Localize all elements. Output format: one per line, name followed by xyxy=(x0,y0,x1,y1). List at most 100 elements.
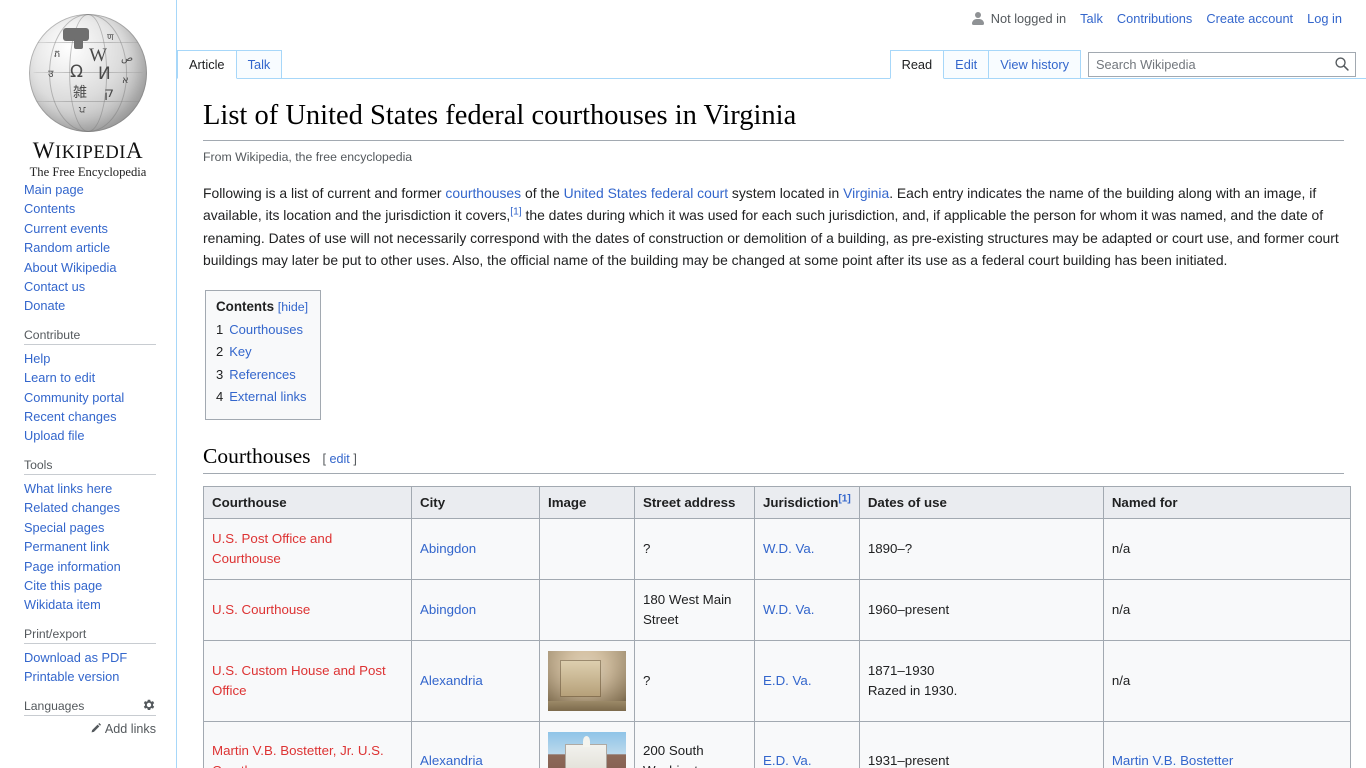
sidebar-link-main-page[interactable]: Main page xyxy=(24,182,84,197)
toc-entry-courthouses[interactable]: 1 Courthouses xyxy=(216,319,308,342)
table-row: U.S. Custom House and Post Office Alexan… xyxy=(203,639,1352,722)
jurisdiction-link[interactable]: W.D. Va. xyxy=(763,602,814,617)
city-link[interactable]: Abingdon xyxy=(420,602,476,617)
sidebar-nav: Main page Contents Current events Random… xyxy=(0,178,176,737)
sidebar-link-donate[interactable]: Donate xyxy=(24,298,65,313)
named-for-link[interactable]: Martin V.B. Bostetter xyxy=(1112,753,1233,768)
search-input[interactable] xyxy=(1088,52,1356,77)
city-link[interactable]: Abingdon xyxy=(420,541,476,556)
reference-link-1[interactable]: [1] xyxy=(510,207,521,218)
sidebar-item-download-as-pdf[interactable]: Download as PDF xyxy=(24,648,164,667)
toc-entry-references[interactable]: 3 References xyxy=(216,364,308,387)
cell-dates-of-use: 1890–? xyxy=(858,517,1104,580)
sidebar-item-page-information[interactable]: Page information xyxy=(24,557,164,576)
tab-article[interactable]: Article xyxy=(177,50,237,79)
sidebar-item-what-links-here[interactable]: What links here xyxy=(24,479,164,498)
lead-text-2: of the xyxy=(521,185,564,202)
sidebar-item-random-article[interactable]: Random article xyxy=(24,238,164,257)
lead-text-1: Following is a list of current and forme… xyxy=(203,185,446,202)
personal-link-create-account[interactable]: Create account xyxy=(1206,11,1293,26)
sidebar-link-help[interactable]: Help xyxy=(24,351,50,366)
toc-toggle[interactable]: [hide] xyxy=(278,300,308,314)
sidebar-item-community-portal[interactable]: Community portal xyxy=(24,388,164,407)
sidebar-link-random-article[interactable]: Random article xyxy=(24,240,110,255)
add-links-button[interactable]: Add links xyxy=(90,722,156,736)
sidebar-item-related-changes[interactable]: Related changes xyxy=(24,498,164,517)
sidebar-link-printable-version[interactable]: Printable version xyxy=(24,669,119,684)
sidebar-item-donate[interactable]: Donate xyxy=(24,296,164,315)
personal-link-log-in[interactable]: Log in xyxy=(1307,11,1342,26)
sidebar-item-upload-file[interactable]: Upload file xyxy=(24,426,164,445)
toc-text-1[interactable]: Courthouses xyxy=(229,322,303,337)
sidebar-link-recent-changes[interactable]: Recent changes xyxy=(24,409,116,424)
tab-read[interactable]: Read xyxy=(889,50,945,79)
sidebar-link-what-links-here[interactable]: What links here xyxy=(24,481,112,496)
personal-tools-bar: Not logged in Talk Contributions Create … xyxy=(0,0,1366,36)
sidebar-link-special-pages[interactable]: Special pages xyxy=(24,520,104,535)
edit-link[interactable]: edit xyxy=(330,452,350,466)
city-link[interactable]: Alexandria xyxy=(420,753,483,768)
personal-link-talk[interactable]: Talk xyxy=(1080,11,1103,26)
sidebar-item-contact-us[interactable]: Contact us xyxy=(24,277,164,296)
sidebar-item-printable-version[interactable]: Printable version xyxy=(24,667,164,686)
toc-text-3[interactable]: References xyxy=(229,367,295,382)
sidebar-link-page-information[interactable]: Page information xyxy=(24,559,121,574)
toc-entry-external-links[interactable]: 4 External links xyxy=(216,386,308,409)
reference-marker-jurisdiction[interactable]: [1] xyxy=(838,493,850,504)
column-header-city: City xyxy=(411,485,540,519)
sidebar-item-special-pages[interactable]: Special pages xyxy=(24,518,164,537)
sidebar-link-related-changes[interactable]: Related changes xyxy=(24,500,120,515)
sidebar-item-help[interactable]: Help xyxy=(24,349,164,368)
sidebar-item-learn-to-edit[interactable]: Learn to edit xyxy=(24,368,164,387)
personal-link-contributions[interactable]: Contributions xyxy=(1117,11,1192,26)
sidebar-link-permanent-link[interactable]: Permanent link xyxy=(24,539,109,554)
tab-edit[interactable]: Edit xyxy=(943,50,990,78)
courthouse-link[interactable]: U.S. Courthouse xyxy=(212,602,310,617)
reference-link-jurisdiction[interactable]: [1] xyxy=(838,493,850,504)
sidebar-link-cite-this-page[interactable]: Cite this page xyxy=(24,578,102,593)
sidebar-link-wikidata-item[interactable]: Wikidata item xyxy=(24,597,101,612)
sidebar-link-current-events[interactable]: Current events xyxy=(24,221,108,236)
sidebar-link-contents[interactable]: Contents xyxy=(24,201,75,216)
column-header-named-for: Named for xyxy=(1102,485,1352,519)
reference-marker-1[interactable]: [1] xyxy=(510,207,521,218)
sidebar-link-upload-file[interactable]: Upload file xyxy=(24,428,84,443)
sidebar-item-permanent-link[interactable]: Permanent link xyxy=(24,537,164,556)
toc-entry-key[interactable]: 2 Key xyxy=(216,341,308,364)
tab-view-history[interactable]: View history xyxy=(988,50,1081,78)
search-icon[interactable] xyxy=(1334,56,1350,72)
sidebar-item-main-page[interactable]: Main page xyxy=(24,180,164,199)
cell-courthouse: Martin V.B. Bostetter, Jr. U.S. Courthou… xyxy=(203,720,412,768)
toc-text-2[interactable]: Key xyxy=(229,344,251,359)
sidebar-item-cite-this-page[interactable]: Cite this page xyxy=(24,576,164,595)
courthouse-link[interactable]: U.S. Custom House and Post Office xyxy=(212,663,386,698)
cell-street-address: ? xyxy=(634,639,755,722)
courthouse-thumbnail-image[interactable] xyxy=(548,731,626,768)
city-link[interactable]: Alexandria xyxy=(420,673,483,688)
link-courthouses[interactable]: courthouses xyxy=(445,185,521,201)
jurisdiction-link[interactable]: E.D. Va. xyxy=(763,753,812,768)
sidebar-item-wikidata-item[interactable]: Wikidata item xyxy=(24,595,164,614)
sidebar-item-contents[interactable]: Contents xyxy=(24,199,164,218)
gear-icon[interactable] xyxy=(142,699,156,713)
cell-dates-of-use: 1931–present xyxy=(858,720,1104,768)
link-virginia[interactable]: Virginia xyxy=(843,185,889,201)
sidebar: W Ω И 雑 ק ភ उ ص א ਪ ण WIKIPEDIA The Free… xyxy=(0,0,176,768)
sidebar-link-contact-us[interactable]: Contact us xyxy=(24,279,85,294)
jurisdiction-link[interactable]: E.D. Va. xyxy=(763,673,812,688)
courthouse-link[interactable]: Martin V.B. Bostetter, Jr. U.S. Courthou… xyxy=(212,743,384,768)
sidebar-item-recent-changes[interactable]: Recent changes xyxy=(24,407,164,426)
sidebar-item-current-events[interactable]: Current events xyxy=(24,219,164,238)
sidebar-link-download-as-pdf[interactable]: Download as PDF xyxy=(24,650,127,665)
sidebar-item-about-wikipedia[interactable]: About Wikipedia xyxy=(24,258,164,277)
jurisdiction-link[interactable]: W.D. Va. xyxy=(763,541,814,556)
link-united-states-federal-court[interactable]: United States federal court xyxy=(564,185,728,201)
tab-talk[interactable]: Talk xyxy=(235,50,283,78)
sidebar-link-community-portal[interactable]: Community portal xyxy=(24,390,124,405)
sidebar-link-learn-to-edit[interactable]: Learn to edit xyxy=(24,370,95,385)
toc-toggle-link[interactable]: [hide] xyxy=(278,300,308,314)
toc-text-4[interactable]: External links xyxy=(229,389,306,404)
sidebar-link-about-wikipedia[interactable]: About Wikipedia xyxy=(24,260,116,275)
courthouse-thumbnail-image[interactable] xyxy=(548,650,626,711)
courthouse-link[interactable]: U.S. Post Office and Courthouse xyxy=(212,531,332,566)
